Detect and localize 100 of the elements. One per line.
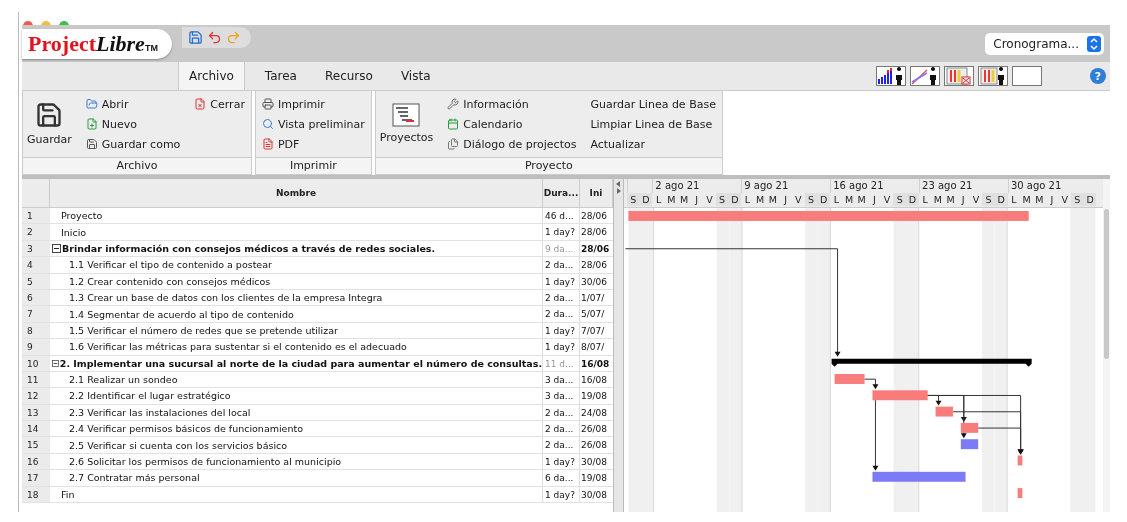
left-arrow-icon[interactable] bbox=[616, 181, 621, 187]
column-header[interactable]: Dura... bbox=[543, 179, 580, 207]
column-header[interactable]: Nombre bbox=[50, 179, 543, 207]
row-number: 9 bbox=[22, 339, 50, 355]
duration-cell: 1 day? bbox=[543, 322, 580, 339]
ribbon-big-button[interactable]: Guardar bbox=[23, 95, 76, 151]
day-letter: D bbox=[728, 193, 742, 206]
day-letter: V bbox=[971, 193, 981, 206]
row-number: 4 bbox=[22, 257, 50, 273]
day-letter: V bbox=[705, 193, 714, 206]
duration-cell: 1 day? bbox=[543, 486, 580, 503]
day-letter: L bbox=[743, 193, 752, 206]
empty-button[interactable] bbox=[1012, 66, 1042, 86]
scrollbar-thumb[interactable] bbox=[1104, 209, 1109, 359]
logo-text: Libre bbox=[96, 30, 145, 57]
floppy-icon bbox=[85, 138, 98, 150]
task-name: Inicio bbox=[61, 226, 87, 238]
ribbon-big-button[interactable]: Proyectos bbox=[375, 95, 438, 151]
duration-cell: 46 d... bbox=[543, 208, 580, 224]
task-name: 1.6 Verificar las métricas para sustentar si el contenido es el adecuado bbox=[69, 341, 407, 353]
day-letter: D bbox=[817, 193, 830, 206]
ribbon-item[interactable]: Diálogo de projectos bbox=[447, 135, 577, 153]
day-letter: S bbox=[1071, 193, 1084, 206]
ribbon-item[interactable]: Guardar Linea de Base bbox=[590, 95, 716, 113]
files-icon bbox=[447, 138, 460, 150]
ribbon-item[interactable]: Guardar como bbox=[85, 135, 181, 153]
view-button[interactable] bbox=[910, 66, 940, 86]
ribbon-item[interactable]: Calendario bbox=[447, 115, 577, 133]
start-cell-text: 30/06 bbox=[580, 275, 608, 289]
summary-bar[interactable] bbox=[831, 358, 1032, 367]
day-letter: M bbox=[932, 193, 943, 206]
window-controls[interactable] bbox=[22, 20, 72, 25]
ribbon-item[interactable]: Imprimir bbox=[261, 95, 365, 113]
help-button[interactable]: ? bbox=[1090, 68, 1106, 84]
task-name: 2.3 Verificar las instalaciones del local bbox=[69, 406, 251, 418]
task-bar[interactable] bbox=[935, 406, 953, 417]
ribbon-item[interactable]: Vista preliminar bbox=[261, 115, 365, 133]
day-letter: V bbox=[794, 193, 803, 206]
task-name: 2.2 Identificar el lugar estratégico bbox=[69, 390, 231, 402]
task-bar[interactable] bbox=[834, 373, 865, 384]
ribbon-item[interactable]: Cerrar bbox=[194, 95, 245, 113]
day-letter: M bbox=[755, 193, 766, 206]
day-letter: L bbox=[921, 193, 929, 206]
ribbon-item[interactable]: Información bbox=[447, 95, 577, 113]
wrench-icon bbox=[447, 98, 460, 110]
start-cell-text: 26/08 bbox=[580, 439, 608, 453]
start-cell-text: 5/07/ bbox=[580, 308, 606, 322]
day-letter: M bbox=[1021, 193, 1032, 206]
ribbon-item[interactable]: Actualizar bbox=[590, 135, 716, 153]
duration-cell: 1 day? bbox=[543, 273, 580, 289]
task-bar[interactable] bbox=[960, 422, 979, 433]
duration-cell: 2 da... bbox=[543, 289, 580, 306]
task-bar[interactable] bbox=[1017, 487, 1023, 498]
ribbon-item[interactable]: Limpiar Linea de Base bbox=[590, 115, 716, 133]
duration-cell: 2 da... bbox=[543, 437, 580, 453]
duration-cell: 1 day? bbox=[543, 453, 580, 470]
ribbon-tab[interactable]: Vista bbox=[386, 62, 445, 90]
printer-icon bbox=[261, 98, 274, 110]
task-name: 2. Implementar una sucursal al norte de la ciudad para aumentar el número de consultas. bbox=[59, 357, 542, 369]
day-letter: L bbox=[832, 193, 840, 206]
ribbon-tab[interactable]: Recurso bbox=[310, 62, 387, 90]
ribbon-item[interactable]: Nuevo bbox=[85, 115, 181, 133]
day-letter: J bbox=[1049, 193, 1055, 206]
start-cell-text: 7/07/ bbox=[580, 324, 606, 338]
task-bar[interactable] bbox=[872, 390, 928, 401]
collapse-icon[interactable] bbox=[52, 358, 59, 368]
task-bar[interactable] bbox=[628, 210, 1029, 221]
task-bar[interactable] bbox=[960, 439, 979, 449]
row-number: 14 bbox=[22, 421, 50, 437]
save-button[interactable] bbox=[187, 30, 203, 45]
task-name: 2.7 Contratar más personal bbox=[69, 472, 200, 484]
sheet-person-icon bbox=[979, 67, 1007, 85]
gantt-sheet-icon bbox=[392, 102, 421, 127]
ribbon-tab[interactable]: Tarea bbox=[250, 62, 311, 90]
line-chart-person-icon bbox=[911, 67, 939, 85]
start-cell-text: 28/06 bbox=[580, 226, 608, 240]
start-cell-text: 19/08 bbox=[580, 472, 608, 486]
task-name: Proyecto bbox=[61, 210, 103, 222]
task-name: Brindar información con consejos médicos a través de redes sociales. bbox=[62, 242, 436, 254]
start-cell-text: 19/08 bbox=[580, 390, 608, 404]
sheet-delete-icon bbox=[945, 67, 973, 85]
trademark-sign: TM bbox=[144, 42, 158, 53]
row-number: 2 bbox=[22, 224, 50, 240]
view-select[interactable]: Cronograma... bbox=[985, 32, 1104, 55]
view-button[interactable] bbox=[978, 66, 1008, 86]
right-arrow-icon[interactable] bbox=[616, 188, 621, 194]
ribbon-item[interactable]: PDF bbox=[261, 135, 365, 153]
ribbon-tab[interactable]: Archivo bbox=[178, 62, 245, 90]
logo-text: Project bbox=[28, 30, 96, 57]
duration-cell: 2 da... bbox=[543, 404, 580, 421]
ribbon-item[interactable]: Abrir bbox=[85, 95, 181, 113]
row-number: 17 bbox=[22, 470, 50, 486]
undo-button[interactable] bbox=[206, 30, 222, 45]
view-button[interactable] bbox=[876, 66, 906, 86]
day-letter: J bbox=[960, 193, 966, 206]
task-bar[interactable] bbox=[872, 471, 966, 482]
task-bar[interactable] bbox=[1017, 455, 1023, 466]
day-letter: M bbox=[767, 193, 778, 206]
day-letter: S bbox=[715, 193, 729, 206]
collapse-icon[interactable] bbox=[52, 243, 61, 253]
